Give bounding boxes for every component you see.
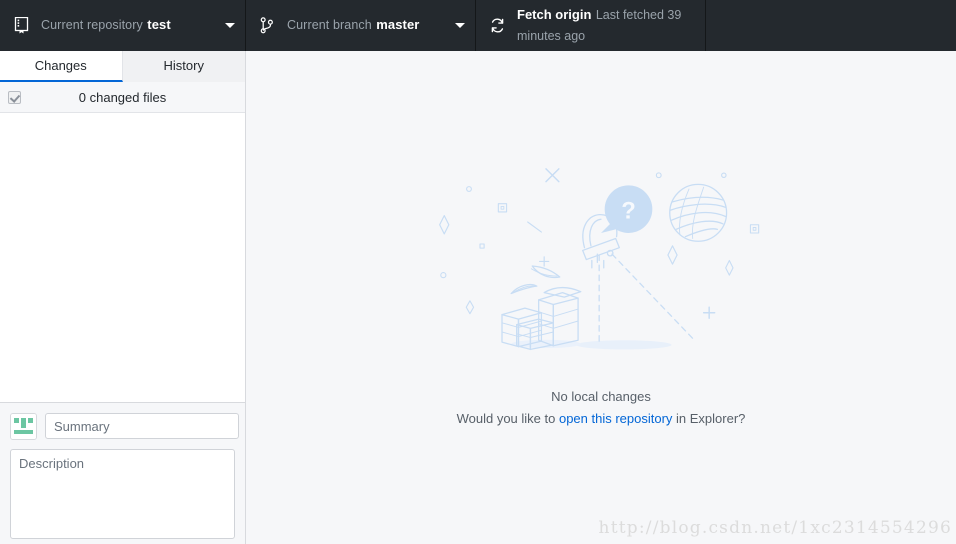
open-repository-suffix: in Explorer?: [672, 411, 746, 426]
chevron-down-icon: [225, 21, 235, 31]
fetch-origin-button[interactable]: Fetch origin Last fetched 39 minutes ago: [476, 0, 706, 51]
sidebar-tabs: Changes History: [0, 51, 245, 82]
tab-changes-label: Changes: [34, 58, 87, 73]
open-this-repository-link[interactable]: open this repository: [559, 411, 672, 426]
tab-history[interactable]: History: [122, 51, 245, 82]
open-repository-prefix: Would you like to: [456, 411, 559, 426]
git-branch-icon: [257, 17, 277, 34]
sync-refresh-icon: [487, 17, 507, 34]
main-content-area: ? No local changes Would you like to ope…: [246, 51, 956, 544]
svg-text:?: ?: [621, 197, 636, 224]
blank-slate-text: No local changes Would you like to open …: [457, 387, 746, 429]
tab-changes[interactable]: Changes: [0, 51, 123, 82]
changed-files-list[interactable]: [0, 113, 245, 402]
watermark-text: http://blog.csdn.net/1xc2314554296: [598, 518, 952, 538]
toolbar-empty-area: [706, 0, 956, 51]
current-repository-button[interactable]: Current repository test: [0, 0, 246, 51]
no-local-changes-title: No local changes: [551, 388, 651, 404]
current-branch-value: master: [376, 17, 420, 33]
app-body: Changes History 0 changed files Summary …: [0, 51, 956, 544]
fetch-origin-title: Fetch origin: [517, 7, 592, 23]
commit-form: [0, 402, 245, 544]
changed-files-header: 0 changed files: [0, 82, 245, 113]
commit-summary-row: [10, 413, 239, 440]
changed-files-count: 0 changed files: [78, 89, 167, 105]
current-branch-button[interactable]: Current branch master: [246, 0, 476, 51]
sidebar: Changes History 0 changed files: [0, 51, 246, 544]
select-all-checkbox[interactable]: [8, 90, 21, 104]
identicon-avatar: [10, 413, 37, 440]
commit-summary-input[interactable]: [45, 413, 239, 439]
fetch-origin-text: Fetch origin Last fetched 39 minutes ago: [517, 5, 695, 46]
tab-history-label: History: [163, 58, 204, 73]
current-branch-label: Current branch: [287, 18, 372, 33]
repo-book-icon: [11, 17, 31, 34]
github-desktop-window: Current repository test Current branch m…: [0, 0, 956, 544]
current-repository-label: Current repository: [41, 18, 143, 33]
current-branch-text: Current branch master: [287, 15, 447, 35]
telescope-blank-slate-illustration: ?: [439, 167, 760, 350]
toolbar: Current repository test Current branch m…: [0, 0, 956, 51]
current-repository-value: test: [147, 17, 171, 33]
chevron-down-icon: [455, 21, 465, 31]
commit-description-input[interactable]: [10, 449, 235, 539]
open-repository-prompt: Would you like to open this repository i…: [457, 409, 746, 429]
current-repository-text: Current repository test: [41, 15, 217, 35]
